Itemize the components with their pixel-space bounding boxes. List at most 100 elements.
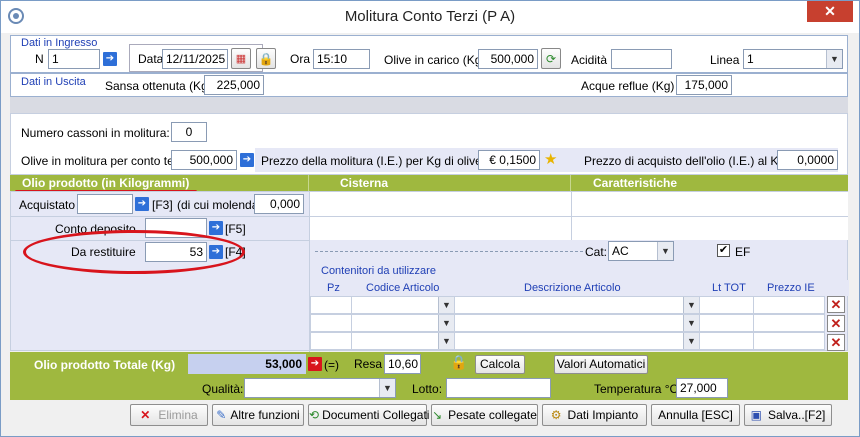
ingresso-title: Dati in Ingresso [21,37,98,49]
pesate-label: Pesate collegate [448,408,537,422]
chevron-down-icon[interactable]: ▼ [683,315,699,331]
resa-input[interactable]: 10,60 [384,354,421,374]
f3-label: [F3] [152,198,173,212]
n-input[interactable]: 1 [48,49,100,69]
elimina-button[interactable]: ✕ Elimina [130,404,208,426]
descrizione-cell[interactable]: ▼ [454,332,700,350]
descrizione-cell[interactable]: ▼ [454,314,700,332]
contenitori-label: Contenitori da utilizzare [321,265,436,277]
lotto-label: Lotto: [412,382,443,396]
chevron-down-icon[interactable]: ▼ [438,315,454,331]
qualita-chevron-down-icon[interactable]: ▼ [379,379,395,397]
totale-arrow-icon[interactable]: ➔ [308,357,322,371]
chevron-down-icon[interactable]: ▼ [683,333,699,349]
prezzo-input[interactable]: € 0,1500 [478,150,540,170]
qualita-select[interactable]: ▼ [244,378,396,398]
cat-chevron-down-icon[interactable]: ▼ [657,242,673,260]
molenda-input[interactable]: 0,000 [254,194,304,214]
deposito-arrow-icon[interactable]: ➔ [209,221,223,235]
n-goto-arrow-icon[interactable]: ➔ [103,52,117,66]
sansa-input[interactable]: 225,000 [204,75,264,95]
pz-cell[interactable] [310,296,352,314]
title-bar: Molitura Conto Terzi (P A) ✕ [1,1,859,33]
descrizione-cell[interactable]: ▼ [454,296,700,314]
close-button[interactable]: ✕ [807,1,853,22]
chevron-down-icon[interactable]: ▼ [438,333,454,349]
linea-select[interactable]: 1 ▼ [743,49,843,69]
salva-label: Salva..[F2] [767,408,826,422]
olive-carico-input[interactable]: 500,000 [478,49,538,69]
cat-value: AC [612,244,629,258]
cassoni-input[interactable]: 0 [171,122,207,142]
chevron-down-icon[interactable]: ▼ [438,297,454,313]
calendar-icon[interactable]: ▦ [231,48,251,69]
acquisto-input[interactable]: 0,0000 [777,150,838,170]
prezzo-cell[interactable] [753,332,825,350]
documenti-collegati-button[interactable]: ⟲ Documenti Collegati [308,404,430,426]
salva-button[interactable]: ▣ Salva..[F2] [744,404,832,426]
prezzo-cell[interactable] [753,296,825,314]
ingresso-section: Dati in Ingresso N 1 ➔ Data 12/11/2025 ▦… [10,35,848,73]
acquisto-label: Prezzo di acquisto dell'olio (I.E.) al K… [584,154,786,168]
delete-row-icon[interactable]: ✕ [827,296,845,313]
data-label: Data [138,52,164,66]
cat-label: Cat: [585,245,608,259]
col-prezzo-ie: Prezzo IE [767,282,815,294]
codice-cell[interactable]: ▼ [351,296,455,314]
acidita-input[interactable] [611,49,672,69]
pz-cell[interactable] [310,314,352,332]
documenti-label: Documenti Collegati [322,408,430,422]
pesate-collegate-button[interactable]: ↘ Pesate collegate [431,404,538,426]
main-window: Molitura Conto Terzi (P A) ✕ Dati in Ing… [0,0,860,437]
temperatura-input[interactable]: 27,000 [676,378,728,398]
lt-tot-cell[interactable] [699,332,754,350]
pz-cell[interactable] [310,332,352,350]
delete-row-icon[interactable]: ✕ [827,334,845,351]
col-lt-tot: Lt TOT [712,282,746,294]
acidita-label: Acidità [571,53,608,67]
lotto-input[interactable] [446,378,551,398]
valori-automatici-button[interactable]: Valori Automatici [554,355,648,374]
refresh-icon[interactable]: ⟳ [541,48,561,69]
lt-tot-cell[interactable] [699,296,754,314]
codice-cell[interactable]: ▼ [351,314,455,332]
delete-row-icon[interactable]: ✕ [827,315,845,332]
acquistato-input[interactable] [77,194,133,214]
olive-ct-label: Olive in molitura per conto terzi: [21,154,190,168]
f5-label: [F5] [225,222,246,236]
altre-label: Altre funzioni [230,408,300,422]
ef-label: EF [735,245,751,259]
link-icon: ⟲ [309,408,320,422]
chevron-down-icon[interactable]: ▼ [683,297,699,313]
totale-label: Olio prodotto Totale (Kg) [34,358,176,372]
data-input[interactable]: 12/11/2025 [162,49,228,69]
lt-tot-cell[interactable] [699,314,754,332]
prezzo-cell[interactable] [753,314,825,332]
acquistato-label: Acquistato [19,198,76,212]
acquistato-arrow-icon[interactable]: ➔ [135,197,149,211]
altre-funzioni-button[interactable]: ✎ Altre funzioni [212,404,304,426]
sansa-label: Sansa ottenuta (Kg) [105,79,212,93]
calcola-button[interactable]: Calcola [475,355,525,374]
codice-cell[interactable]: ▼ [351,332,455,350]
ora-input[interactable]: 15:10 [313,49,370,69]
cat-select[interactable]: AC ▼ [608,241,674,261]
col-pz: Pz [327,282,340,294]
olive-ct-input[interactable]: 500,000 [171,150,237,170]
ef-checkbox[interactable]: ✔ [717,244,730,257]
col-descrizione: Descrizione Articolo [524,282,621,294]
chevron-down-icon[interactable]: ▼ [826,50,842,68]
star-icon[interactable]: ★ [544,150,557,168]
separator-band [10,97,848,113]
elimina-label: Elimina [158,408,198,422]
save-icon: ▣ [750,408,762,422]
molitura-section: Numero cassoni in molitura: 0 Olive in m… [10,113,848,175]
resa-lock-icon[interactable]: 🔒 [450,354,467,371]
dati-impianto-button[interactable]: ⚙ Dati Impianto [542,404,647,426]
olive-ct-arrow-icon[interactable]: ➔ [240,153,254,167]
lock-icon[interactable]: 🔒 [256,48,276,69]
prezzo-label: Prezzo della molitura (I.E.) per Kg di o… [261,154,482,168]
cassoni-label: Numero cassoni in molitura: [21,126,170,140]
annulla-button[interactable]: Annulla [ESC] [651,404,740,426]
acque-input[interactable]: 175,000 [676,75,732,95]
